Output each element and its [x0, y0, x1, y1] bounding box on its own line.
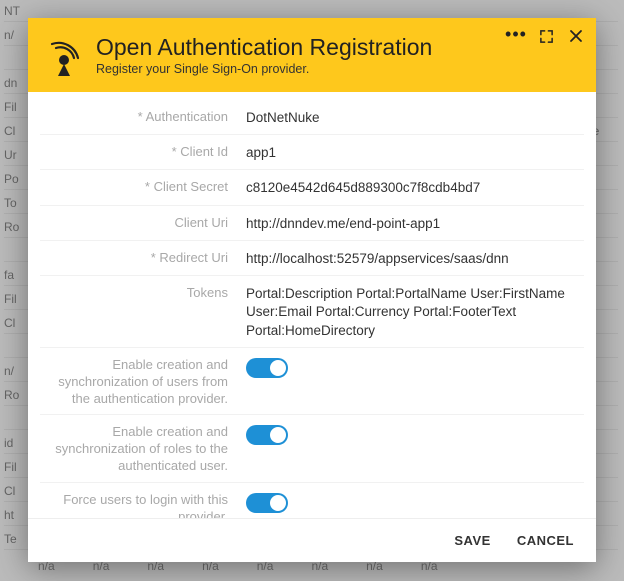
value-client-id[interactable]: app1	[246, 142, 584, 162]
cancel-button[interactable]: CANCEL	[517, 533, 574, 548]
fullscreen-icon[interactable]	[536, 26, 556, 46]
label-client-id: * Client Id	[40, 142, 246, 161]
label-force-login: Force users to login with this provider.	[40, 490, 246, 518]
dialog-footer: SAVE CANCEL	[28, 518, 596, 562]
label-sync-roles: Enable creation and synchronization of r…	[40, 422, 246, 475]
save-button[interactable]: SAVE	[454, 533, 490, 548]
broadcast-user-icon	[44, 38, 84, 78]
registration-dialog: Open Authentication Registration Registe…	[28, 18, 596, 562]
label-redirect-uri: * Redirect Uri	[40, 248, 246, 267]
label-sync-users: Enable creation and synchronization of u…	[40, 355, 246, 408]
dialog-body: * Authentication DotNetNuke * Client Id …	[28, 92, 596, 518]
toggle-sync-users[interactable]	[246, 358, 288, 378]
value-client-uri[interactable]: http://dnndev.me/end-point-app1	[246, 213, 584, 233]
more-icon[interactable]: •••	[506, 26, 526, 46]
value-tokens[interactable]: Portal:Description Portal:PortalName Use…	[246, 283, 584, 340]
value-redirect-uri[interactable]: http://localhost:52579/appservices/saas/…	[246, 248, 584, 268]
value-authentication[interactable]: DotNetNuke	[246, 107, 584, 127]
toggle-force-login[interactable]	[246, 493, 288, 513]
value-client-secret[interactable]: c8120e4542d645d889300c7f8cdb4bd7	[246, 177, 584, 197]
label-client-secret: * Client Secret	[40, 177, 246, 196]
label-client-uri: Client Uri	[40, 213, 246, 232]
label-tokens: Tokens	[40, 283, 246, 302]
close-icon[interactable]	[566, 26, 586, 46]
dialog-subtitle: Register your Single Sign-On provider.	[96, 62, 580, 76]
dialog-header: Open Authentication Registration Registe…	[28, 18, 596, 92]
toggle-sync-roles[interactable]	[246, 425, 288, 445]
label-authentication: * Authentication	[40, 107, 246, 126]
